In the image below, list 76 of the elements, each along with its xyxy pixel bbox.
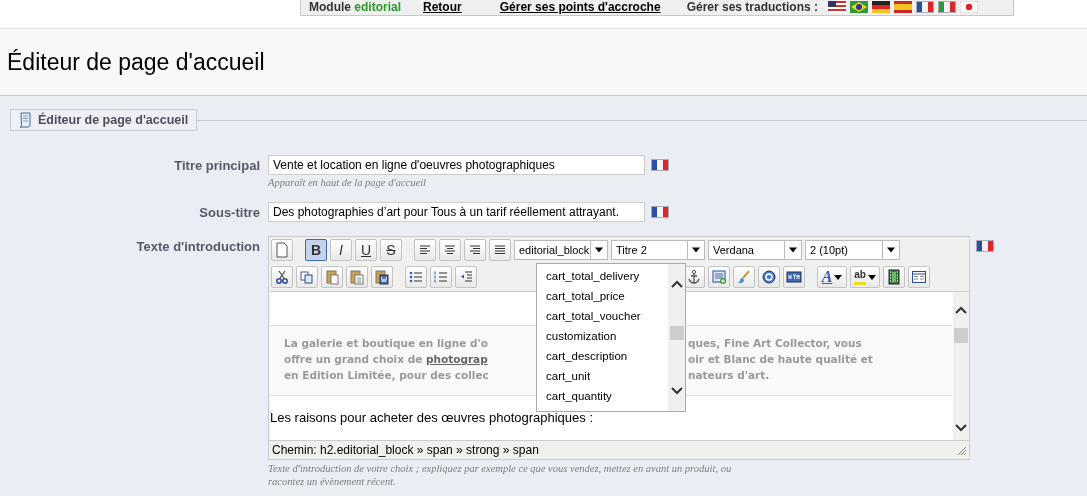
help-icon[interactable] — [758, 266, 780, 288]
menu-item[interactable]: cart_unit — [537, 366, 668, 386]
intro-text-fragment: La galerie et boutique en ligne d'o — [284, 336, 489, 351]
intro-text-fragment: oir et Blanc de haute qualité et — [688, 352, 874, 367]
template-icon[interactable] — [908, 266, 930, 288]
field-label: Sous-titre — [198, 204, 260, 220]
scroll-up-icon[interactable] — [955, 306, 967, 314]
new-document-icon[interactable] — [271, 239, 293, 261]
field-hint: Texte d'introduction de votre choix ; expliquez par exemple ce que vous vendez, mettez en avant un produit, ou racontez un évènement récent. — [268, 462, 733, 488]
text-field[interactable]: Vente et location en ligne d'oeuvres photographiques — [268, 155, 645, 175]
underline-button[interactable]: U — [355, 239, 377, 261]
scrollbar[interactable] — [953, 292, 969, 440]
menu-item[interactable]: cart_total_voucher — [537, 306, 668, 326]
menu-item[interactable]: cart_description — [537, 346, 668, 366]
format-dropdown[interactable]: Verdana — [708, 240, 802, 260]
flag-icon — [651, 159, 669, 171]
html-icon[interactable] — [783, 266, 805, 288]
scrollbar[interactable] — [668, 264, 685, 411]
scroll-thumb[interactable] — [954, 328, 968, 343]
clipboard-word-icon[interactable] — [371, 266, 393, 288]
align-justify-icon[interactable] — [489, 239, 511, 261]
scroll-thumb[interactable] — [669, 326, 684, 340]
scroll-down-icon[interactable] — [670, 387, 683, 395]
align-right-icon[interactable] — [464, 239, 486, 261]
nav-link[interactable]: Retour — [423, 0, 462, 14]
format-dropdown[interactable]: editorial_block — [514, 240, 608, 260]
intro-text-fragment: offre un grand choix de photograp — [284, 352, 489, 367]
scroll-up-icon[interactable] — [670, 280, 683, 288]
scroll-down-icon[interactable] — [955, 424, 967, 432]
bulleted-list-icon[interactable] — [405, 266, 427, 288]
flag-icon — [976, 240, 994, 252]
intro-text-fragment: en Edition Limitée, pour des collec — [284, 368, 490, 383]
clipboard-icon[interactable] — [321, 266, 343, 288]
flag-icon[interactable] — [872, 1, 890, 13]
caret-icon — [867, 274, 876, 280]
module-label: Module — [309, 0, 351, 14]
editor-paragraph: Les raisons pour acheter des œuvres photographiques : — [270, 410, 594, 425]
text-color-button[interactable]: A — [817, 266, 847, 288]
cut-icon[interactable] — [271, 266, 293, 288]
nav-link[interactable]: Gérer ses points d'accroche — [499, 0, 661, 14]
page-title: Éditeur de page d'accueil — [7, 49, 265, 76]
format-dropdown[interactable]: 2 (10pt) — [805, 240, 900, 260]
field-label: Titre principal — [173, 157, 260, 173]
flag-icon[interactable] — [850, 1, 868, 13]
copy-icon[interactable] — [296, 266, 318, 288]
align-center-icon[interactable] — [439, 239, 461, 261]
clipboard-text-icon[interactable] — [346, 266, 368, 288]
menu-item[interactable]: cart_quantity — [537, 386, 668, 406]
text-field[interactable]: Des photographies d’art pour Tous à un tarif réellement attrayant. — [268, 202, 645, 222]
caret-icon — [834, 274, 843, 280]
module-name: editorial — [354, 0, 402, 14]
field-hint: Apparaît en haut de la page d'accueil — [268, 177, 427, 188]
bold-button[interactable]: B — [305, 239, 327, 261]
strike-button[interactable]: S — [380, 239, 402, 261]
translations-label: Gérer ses traductions : — [686, 0, 818, 14]
format-dropdown[interactable]: Titre 2 — [611, 240, 705, 260]
intro-text-fragment: ques, Fine Art Collector, vous — [688, 336, 863, 351]
outdent-icon[interactable] — [455, 266, 477, 288]
element-path: Chemin: h2.editorial_block » span » strong » span — [272, 443, 539, 457]
menu-item[interactable]: cart_total_delivery — [537, 266, 668, 286]
field-label: Texte d'introduction — [135, 238, 260, 254]
menu-item[interactable]: customization — [537, 326, 668, 346]
menu-item[interactable]: cart_total_price — [537, 286, 668, 306]
flag-icon[interactable] — [916, 1, 934, 13]
flag-icon — [651, 206, 669, 218]
image-icon[interactable] — [708, 266, 730, 288]
document-icon — [18, 112, 32, 128]
flag-icon[interactable] — [828, 1, 846, 13]
highlight-color-button[interactable]: ab — [850, 266, 880, 288]
legend-title: Éditeur de page d'accueil — [38, 113, 189, 127]
intro-text-fragment: nateurs d'art. — [688, 368, 771, 383]
numbered-list-icon[interactable] — [430, 266, 452, 288]
align-left-icon[interactable] — [414, 239, 436, 261]
film-icon[interactable] — [883, 266, 905, 288]
italic-button[interactable]: I — [330, 239, 352, 261]
resize-grip-icon[interactable] — [956, 444, 967, 456]
